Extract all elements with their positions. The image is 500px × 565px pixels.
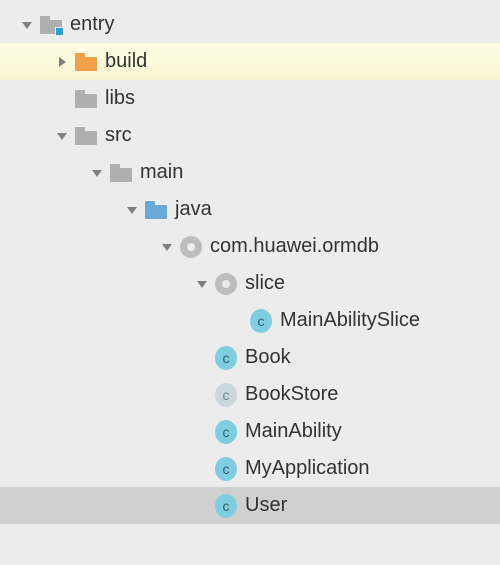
tree-row-src[interactable]: src — [0, 117, 500, 154]
tree-label: build — [105, 50, 147, 73]
tree-label: MainAbility — [245, 420, 342, 443]
chevron-down-icon[interactable] — [195, 277, 209, 291]
tree-row-class-book[interactable]: c Book — [0, 339, 500, 376]
class-icon: c — [215, 495, 237, 517]
class-icon: c — [250, 310, 272, 332]
tree-row-main[interactable]: main — [0, 154, 500, 191]
tree-row-class-mainability[interactable]: c MainAbility — [0, 413, 500, 450]
tree-label: MainAbilitySlice — [280, 309, 420, 332]
tree-row-build[interactable]: build — [0, 43, 500, 80]
class-icon: c — [215, 421, 237, 443]
chevron-down-icon[interactable] — [160, 240, 174, 254]
tree-label: User — [245, 494, 287, 517]
tree-label: entry — [70, 13, 114, 36]
tree-row-class-mainabilityslice[interactable]: c MainAbilitySlice — [0, 302, 500, 339]
build-folder-icon — [75, 51, 97, 73]
tree-row-java[interactable]: java — [0, 191, 500, 228]
tree-row-slice[interactable]: slice — [0, 265, 500, 302]
tree-label: BookStore — [245, 383, 338, 406]
class-icon: c — [215, 384, 237, 406]
tree-label: libs — [105, 87, 135, 110]
tree-row-libs[interactable]: libs — [0, 80, 500, 117]
folder-icon — [110, 162, 132, 184]
tree-label: com.huawei.ormdb — [210, 235, 379, 258]
chevron-right-icon[interactable] — [55, 55, 69, 69]
tree-label: java — [175, 198, 212, 221]
tree-row-class-user[interactable]: c User — [0, 487, 500, 524]
chevron-down-icon[interactable] — [90, 166, 104, 180]
tree-label: slice — [245, 272, 285, 295]
tree-row-package[interactable]: com.huawei.ormdb — [0, 228, 500, 265]
class-icon: c — [215, 458, 237, 480]
class-icon: c — [215, 347, 237, 369]
chevron-down-icon[interactable] — [55, 129, 69, 143]
folder-icon — [75, 88, 97, 110]
chevron-down-icon[interactable] — [125, 203, 139, 217]
tree-row-entry[interactable]: entry — [0, 6, 500, 43]
source-folder-icon — [145, 199, 167, 221]
tree-label: src — [105, 124, 132, 147]
project-tree: entry build libs src main — [0, 0, 500, 524]
tree-label: Book — [245, 346, 291, 369]
chevron-down-icon[interactable] — [20, 18, 34, 32]
folder-icon — [75, 125, 97, 147]
tree-label: main — [140, 161, 183, 184]
module-folder-icon — [40, 14, 62, 36]
tree-row-class-bookstore[interactable]: c BookStore — [0, 376, 500, 413]
package-icon — [215, 273, 237, 295]
tree-label: MyApplication — [245, 457, 370, 480]
tree-row-class-myapplication[interactable]: c MyApplication — [0, 450, 500, 487]
package-icon — [180, 236, 202, 258]
